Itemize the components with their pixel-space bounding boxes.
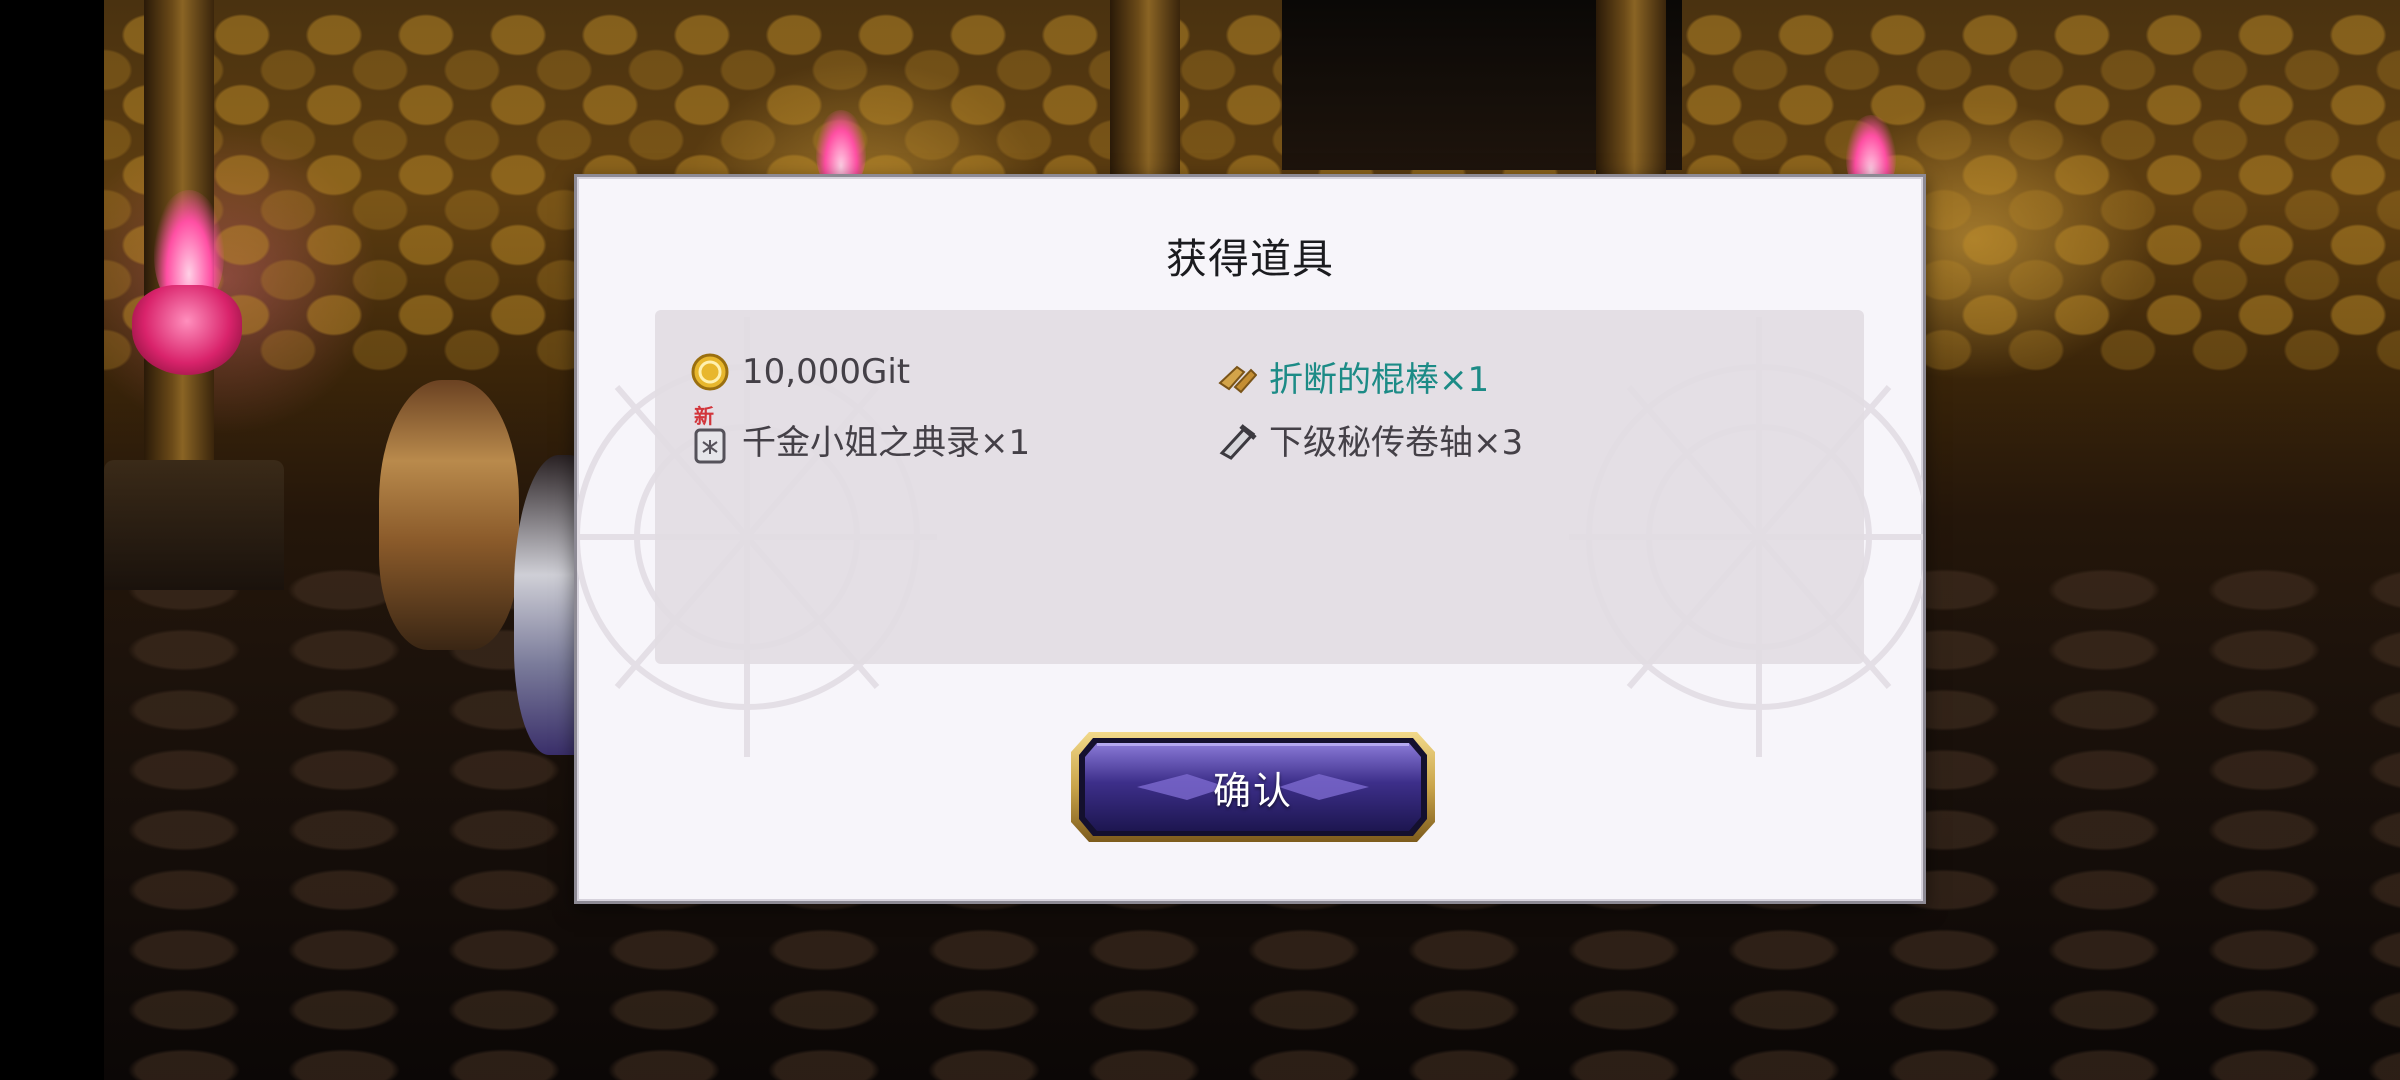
item-reward-dialog: 获得道具 10,000Git 折断的棍棒×1 新 千金小姐之典录×1 下级秘传卷…: [574, 174, 1926, 904]
reward-item-label: 10,000Git: [742, 352, 911, 392]
dialog-title: 获得道具: [1166, 235, 1334, 283]
confirm-button-label: 确认: [1212, 768, 1293, 813]
reward-item-broken-stick: 折断的棍棒×1: [1217, 352, 1489, 401]
broken-stick-icon: [1217, 357, 1258, 397]
reward-item-label: 下级秘传卷轴×3: [1269, 423, 1524, 463]
reward-items-panel: 10,000Git 折断的棍棒×1 新 千金小姐之典录×1 下级秘传卷轴×3: [655, 310, 1864, 664]
book-icon: 新: [690, 404, 730, 463]
brazier-icon: [132, 285, 242, 375]
hero-character: [379, 380, 519, 650]
new-badge: 新: [694, 403, 714, 428]
reward-item-label: 千金小姐之典录×1: [742, 423, 1031, 463]
reward-item-gold: 10,000Git: [690, 352, 910, 392]
pillar-base: [104, 460, 284, 590]
reward-item-book: 新 千金小姐之典录×1: [690, 404, 1031, 464]
reward-item-scroll: 下级秘传卷轴×3: [1217, 415, 1523, 464]
scroll-icon: [1217, 420, 1257, 460]
confirm-button[interactable]: 确认: [1067, 728, 1439, 846]
reward-item-label: 折断的棍棒×1: [1269, 360, 1490, 400]
gold-coin-icon: [690, 352, 730, 392]
game-screen: 获得道具 10,000Git 折断的棍棒×1 新 千金小姐之典录×1 下级秘传卷…: [0, 0, 2400, 1080]
